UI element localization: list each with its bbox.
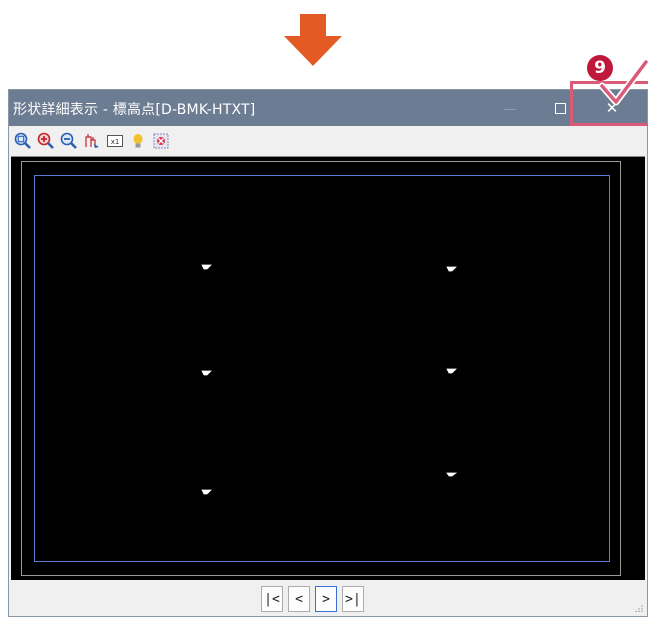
drawing-canvas[interactable] [11,156,645,580]
toolbar: x1 [9,126,647,156]
zoom-fit-icon [14,132,31,149]
zoom-in-icon [37,132,54,149]
resize-grip-icon[interactable] [635,604,643,612]
window-titlebar[interactable]: 形状詳細表示 - 標高点[D-BMK-HTXT] ✕ [9,90,647,126]
window-title: 形状詳細表示 - 標高点[D-BMK-HTXT] [13,102,256,118]
elevation-point-mark [201,264,212,270]
elevation-point-mark [446,472,457,477]
shape-detail-window: 形状詳細表示 - 標高点[D-BMK-HTXT] ✕ x1 |< < > >| [8,89,648,617]
step-number-badge: 9 [587,55,613,81]
maximize-icon [554,102,566,114]
first-page-button[interactable]: |< [261,586,283,612]
previous-page-button[interactable]: < [288,586,310,612]
light-bulb-button[interactable] [128,131,148,151]
minimize-button[interactable] [487,90,533,126]
last-page-button[interactable]: >| [342,586,364,612]
pan-icon [85,134,99,148]
zoom-fit-button[interactable] [13,131,33,151]
elevation-point-mark [446,266,457,272]
zoom-out-icon [60,132,77,149]
scale-label: x1 [111,138,120,146]
page-navigation: |< < > >| [261,586,369,612]
elevation-point-mark [201,370,212,376]
elevation-point-mark [446,368,457,374]
scale-button[interactable]: x1 [105,131,125,151]
zoom-in-button[interactable] [36,131,56,151]
sheet-inner-frame [34,175,610,562]
minimize-icon [504,108,516,110]
elevation-point-mark [201,489,212,495]
pan-button[interactable] [82,131,102,151]
next-page-button[interactable]: > [315,586,337,612]
light-bulb-icon [133,134,143,148]
scale-icon: x1 [107,135,123,147]
down-arrow-icon [284,14,342,66]
zoom-out-button[interactable] [59,131,79,151]
layer-settings-button[interactable] [151,131,171,151]
layer-settings-icon [153,133,169,149]
